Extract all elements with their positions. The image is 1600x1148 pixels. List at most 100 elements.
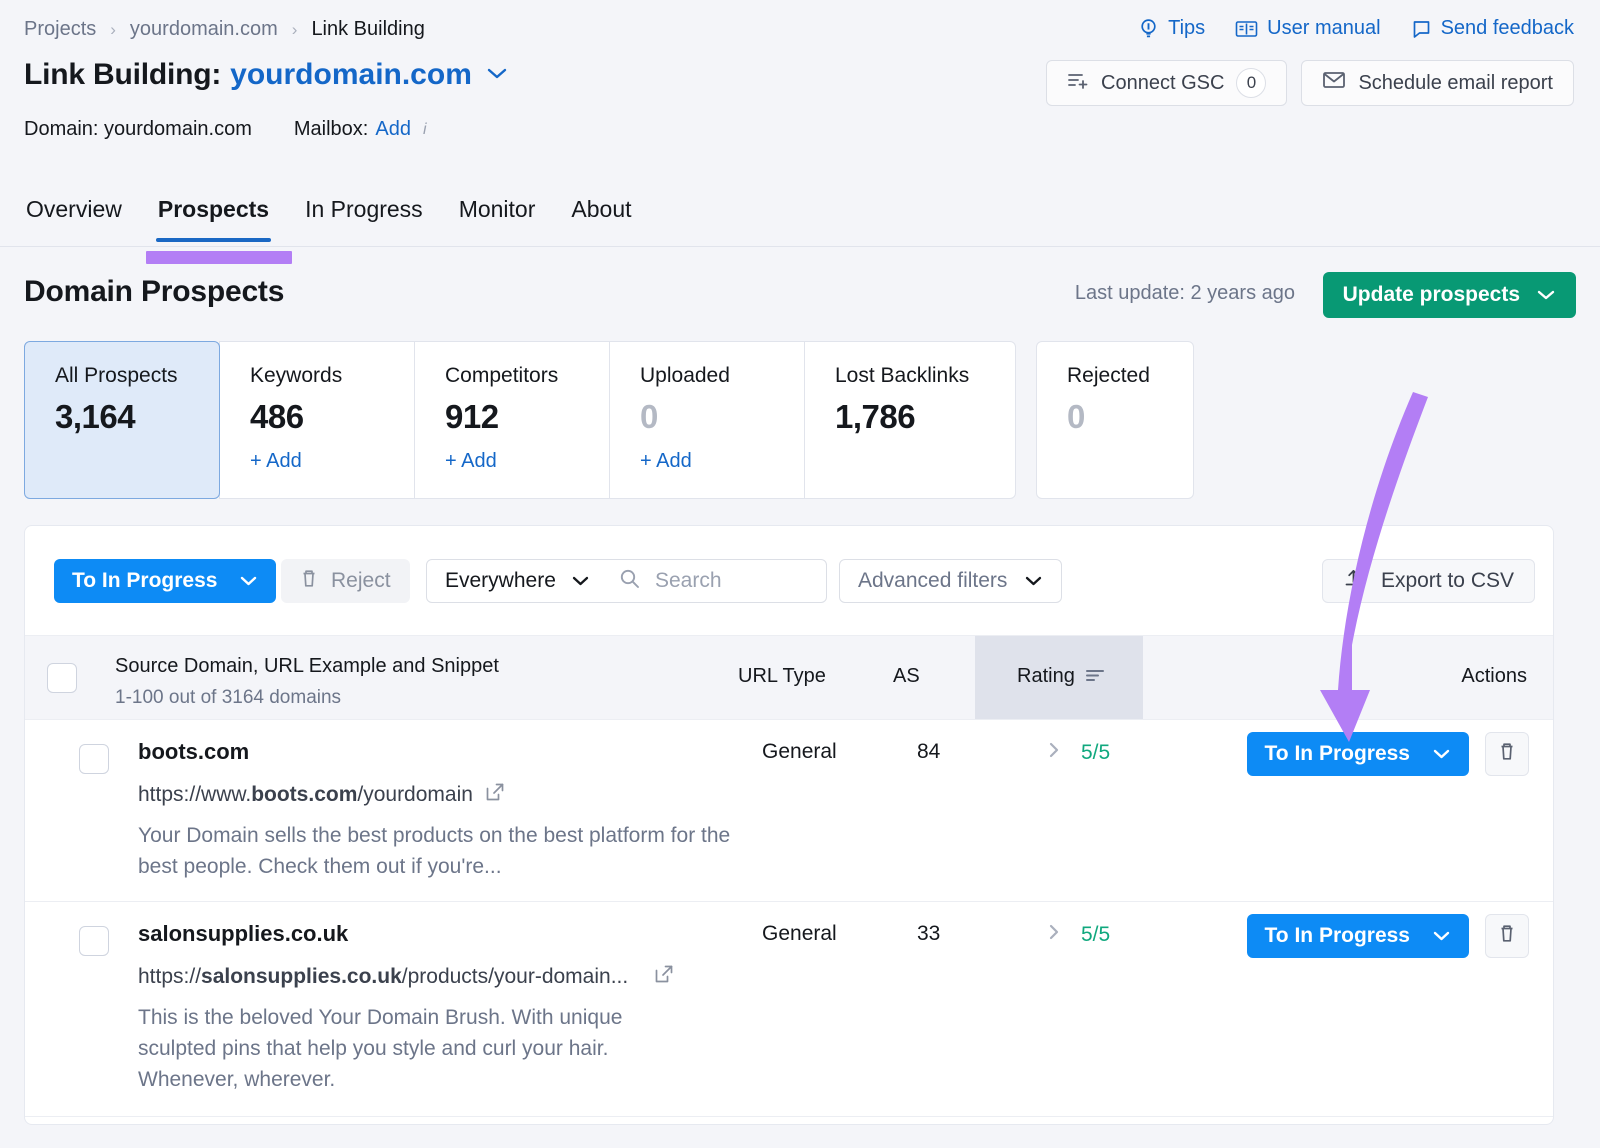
chevron-down-icon [1432, 924, 1451, 948]
connect-gsc-label: Connect GSC [1101, 72, 1224, 95]
search-input[interactable]: Search [603, 559, 827, 603]
page-title: Link Building: yourdomain.com [24, 58, 509, 92]
table-toolbar: To In Progress Reject Everywhere [25, 526, 1553, 635]
column-as[interactable]: AS [893, 665, 920, 688]
row-url[interactable]: https://www.boots.com/yourdomain [138, 782, 505, 808]
prospects-table-panel: To In Progress Reject Everywhere [24, 525, 1554, 1125]
user-manual-link[interactable]: User manual [1235, 17, 1380, 40]
breadcrumb-item-projects[interactable]: Projects [24, 18, 96, 41]
breadcrumb-item-domain[interactable]: yourdomain.com [130, 18, 278, 41]
column-actions: Actions [1461, 665, 1527, 688]
row-rating-value: 5/5 [1081, 741, 1110, 765]
chevron-right-icon[interactable] [1047, 922, 1061, 948]
section-title: Domain Prospects [24, 275, 284, 309]
sort-icon [1085, 665, 1105, 688]
export-icon [1343, 568, 1364, 595]
card-all-prospects[interactable]: All Prospects 3,164 [24, 341, 220, 499]
card-label: All Prospects [55, 364, 219, 388]
row-rating[interactable]: 5/5 [1047, 922, 1110, 948]
card-rejected[interactable]: Rejected 0 [1036, 341, 1194, 499]
search-placeholder: Search [655, 569, 722, 593]
tips-label: Tips [1168, 17, 1205, 40]
row-snippet: This is the beloved Your Domain Brush. W… [138, 1002, 698, 1095]
card-add-link[interactable]: + Add [640, 450, 804, 473]
results-count: 1-100 out of 3164 domains [115, 687, 341, 709]
tab-in-progress[interactable]: In Progress [303, 192, 425, 241]
tab-prospects[interactable]: Prospects [156, 192, 271, 241]
advanced-filters-button[interactable]: Advanced filters [839, 559, 1062, 603]
column-url-type[interactable]: URL Type [738, 665, 826, 688]
row-url-prefix: https:// [138, 965, 201, 988]
chevron-down-icon [1536, 283, 1556, 307]
external-link-icon[interactable] [485, 782, 505, 808]
chevron-right-icon[interactable] [1047, 740, 1061, 766]
row-to-in-progress-button[interactable]: To In Progress [1247, 914, 1469, 958]
scope-select[interactable]: Everywhere [426, 559, 609, 603]
chevron-right-icon: › [110, 20, 116, 40]
update-prospects-button[interactable]: Update prospects [1323, 272, 1576, 318]
last-update-label: Last update: 2 years ago [1075, 282, 1295, 305]
row-to-in-progress-label: To In Progress [1265, 742, 1410, 766]
card-uploaded[interactable]: Uploaded 0 + Add [609, 341, 805, 499]
table-header: Source Domain, URL Example and Snippet 1… [25, 635, 1553, 720]
send-feedback-link[interactable]: Send feedback [1411, 17, 1574, 40]
row-domain[interactable]: boots.com [138, 739, 249, 765]
tab-overview[interactable]: Overview [24, 192, 124, 241]
page-title-prefix: Link Building: [24, 58, 221, 92]
mailbox-add-link[interactable]: Add [375, 118, 411, 141]
card-value: 3,164 [55, 398, 219, 436]
tab-monitor[interactable]: Monitor [457, 192, 538, 241]
row-domain[interactable]: salonsupplies.co.uk [138, 921, 348, 947]
row-actions: To In Progress [1247, 732, 1529, 776]
row-checkbox[interactable] [79, 744, 109, 774]
search-icon [619, 568, 640, 595]
chevron-down-icon [571, 569, 590, 593]
card-add-link[interactable]: + Add [250, 450, 414, 473]
card-label: Uploaded [640, 364, 804, 388]
tips-link[interactable]: Tips [1138, 17, 1205, 40]
select-all-checkbox[interactable] [47, 663, 77, 693]
row-url-path: /products/your-domain... [402, 965, 628, 988]
row-delete-button[interactable] [1485, 732, 1529, 776]
external-link-icon[interactable] [654, 964, 674, 990]
bulk-to-in-progress-label: To In Progress [72, 569, 217, 593]
lightbulb-icon [1138, 18, 1159, 39]
row-to-in-progress-button[interactable]: To In Progress [1247, 732, 1469, 776]
mailbox-label: Mailbox: [294, 118, 368, 141]
breadcrumb: Projects › yourdomain.com › Link Buildin… [24, 18, 425, 41]
bulk-to-in-progress-button[interactable]: To In Progress [54, 559, 276, 603]
prospect-stat-cards: All Prospects 3,164 Keywords 486 + Add C… [24, 341, 1194, 499]
chevron-down-icon [239, 569, 258, 593]
link-building-prospects-page: Projects › yourdomain.com › Link Buildin… [0, 0, 1600, 1148]
connect-gsc-button[interactable]: Connect GSC 0 [1046, 60, 1287, 106]
table-row: salonsupplies.co.uk https://salonsupplie… [25, 902, 1553, 1117]
scope-value: Everywhere [445, 569, 556, 593]
row-snippet: Your Domain sells the best products on t… [138, 820, 738, 882]
card-add-link[interactable]: + Add [445, 450, 609, 473]
trash-icon [1498, 741, 1516, 767]
tab-about[interactable]: About [569, 192, 633, 241]
column-rating[interactable]: Rating [1017, 665, 1105, 688]
info-icon[interactable]: i [423, 121, 427, 139]
row-url[interactable]: https://salonsupplies.co.uk/products/you… [138, 964, 674, 990]
row-url-type: General [762, 740, 837, 764]
row-delete-button[interactable] [1485, 914, 1529, 958]
card-value: 0 [640, 398, 804, 436]
reject-button[interactable]: Reject [281, 559, 410, 603]
schedule-email-report-button[interactable]: Schedule email report [1301, 60, 1574, 106]
book-icon [1235, 19, 1258, 39]
export-to-csv-button[interactable]: Export to CSV [1322, 559, 1535, 603]
page-title-domain-link[interactable]: yourdomain.com [230, 58, 472, 92]
envelope-icon [1322, 70, 1346, 96]
card-lost-backlinks[interactable]: Lost Backlinks 1,786 [804, 341, 1016, 499]
card-keywords[interactable]: Keywords 486 + Add [219, 341, 415, 499]
column-rating-label: Rating [1017, 665, 1075, 688]
trash-icon [1498, 923, 1516, 949]
card-value: 1,786 [835, 398, 1015, 436]
chevron-down-icon[interactable] [485, 66, 509, 85]
main-tabs: Overview Prospects In Progress Monitor A… [0, 192, 1600, 247]
row-rating[interactable]: 5/5 [1047, 740, 1110, 766]
speech-bubble-icon [1411, 19, 1432, 39]
card-competitors[interactable]: Competitors 912 + Add [414, 341, 610, 499]
row-checkbox[interactable] [79, 926, 109, 956]
